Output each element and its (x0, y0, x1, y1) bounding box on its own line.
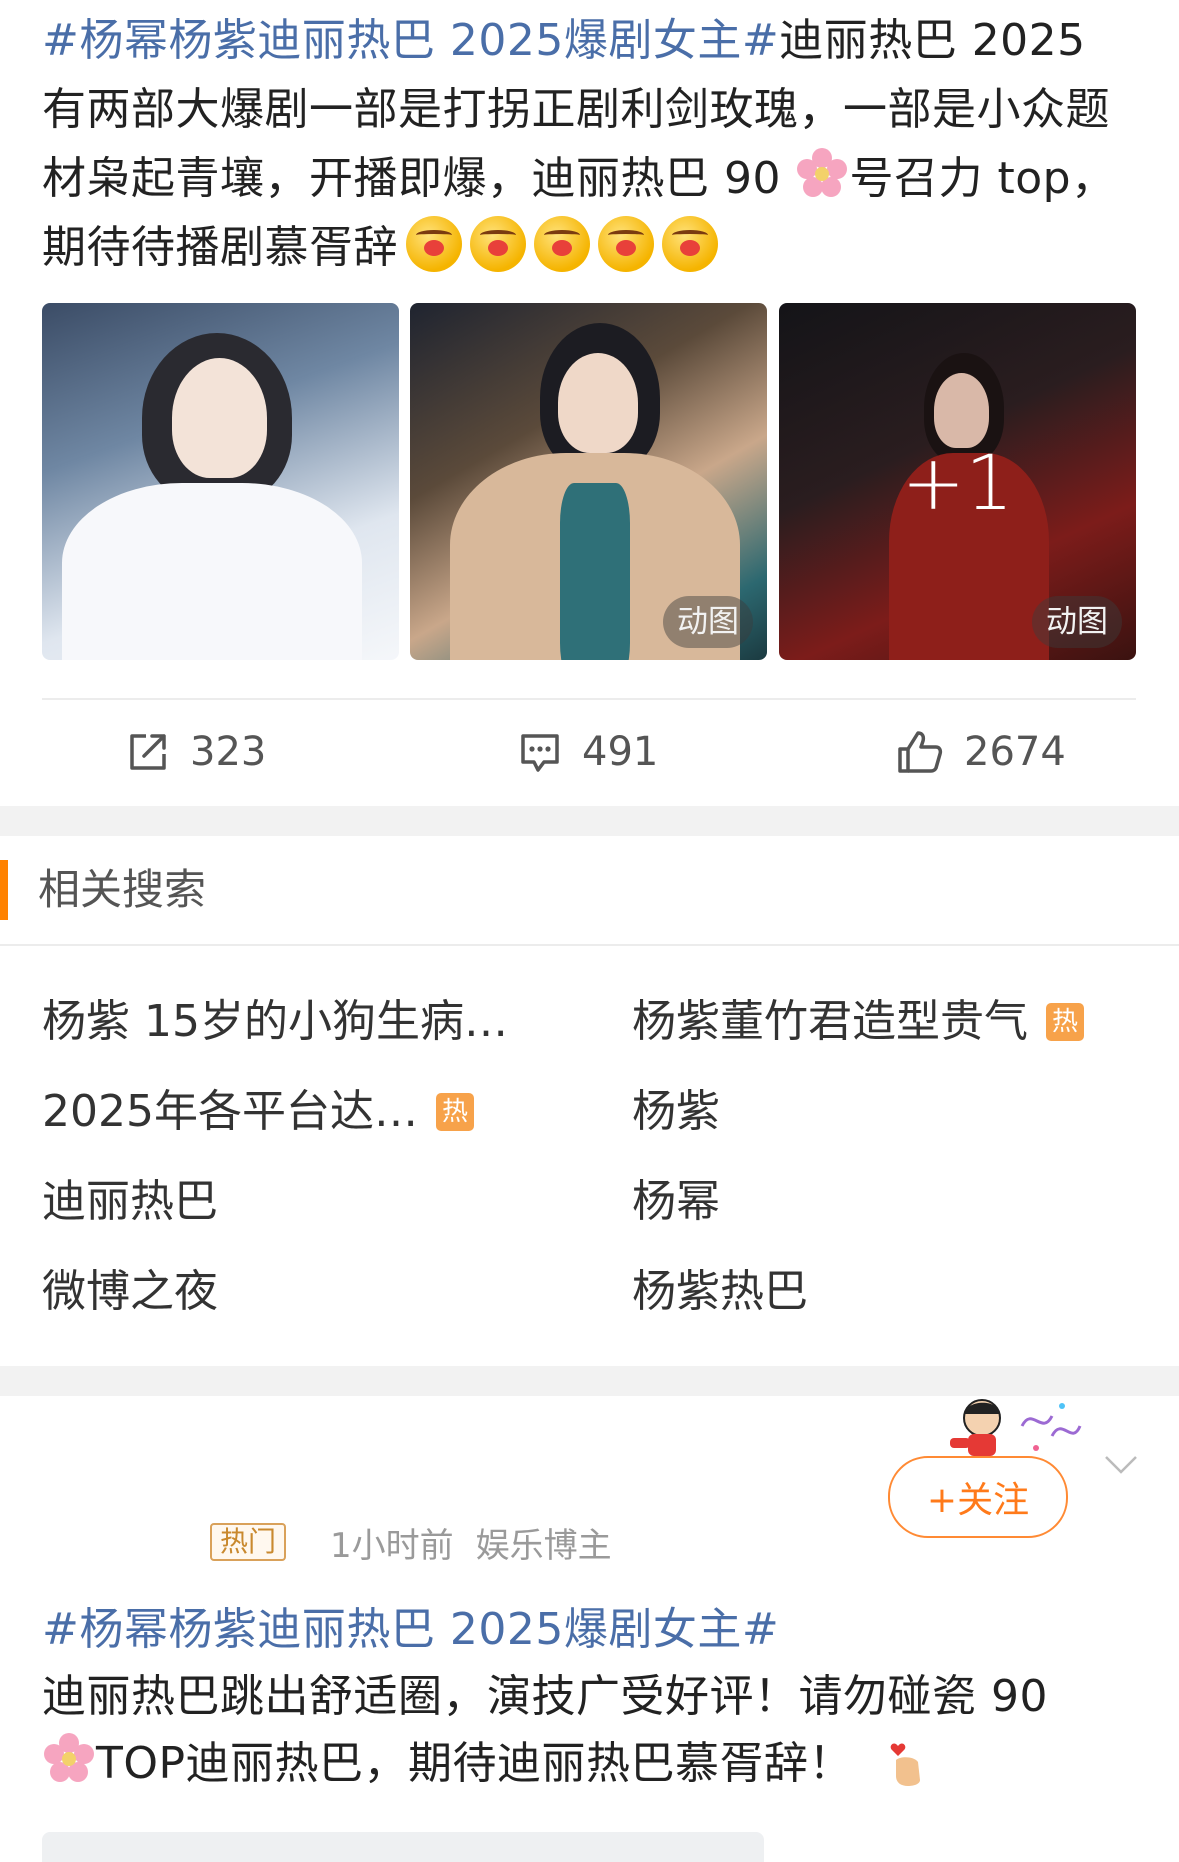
thumbs-up-icon (898, 731, 943, 773)
related-search-item[interactable]: 杨紫热巴 (632, 1264, 808, 1320)
post-image-2[interactable]: 动图 (410, 303, 767, 660)
post-text: #杨幂杨紫迪丽热巴 2025爆剧女主#迪丽热巴 2025有两部大爆剧一部是打拐正… (42, 6, 1122, 282)
like-count: 2674 (964, 729, 1066, 775)
related-search-label: 2025年各平台达… (42, 1086, 418, 1137)
comment-icon (521, 734, 559, 772)
related-search-label: 杨紫 (632, 1086, 720, 1137)
related-search-item[interactable]: 杨紫 15岁的小狗生病… (42, 994, 508, 1050)
post-image-preview[interactable] (42, 1832, 764, 1862)
divider (0, 944, 1179, 946)
like-button[interactable]: 2674 (896, 728, 1066, 776)
post-meta: 热门 1小时前 娱乐博主 (210, 1518, 612, 1566)
topic-link[interactable]: #杨幂杨紫迪丽热巴 2025爆剧女主# (42, 15, 779, 66)
comment-button[interactable]: 491 (518, 728, 658, 776)
post-text-b: TOP迪丽热巴，期待迪丽热巴慕胥辞！ (96, 1738, 854, 1789)
action-bar: 323 491 2674 (0, 700, 1179, 804)
cherry-blossom-icon (42, 1732, 96, 1786)
excited-face-icon (598, 216, 654, 272)
section-gap (0, 806, 1179, 836)
hot-tag: 热 (435, 1093, 474, 1131)
related-search-item[interactable]: 杨幂 (632, 1174, 720, 1230)
chevron-down-icon[interactable] (1103, 1454, 1139, 1476)
excited-face-icon (470, 216, 526, 272)
author-type: 娱乐博主 (475, 1525, 612, 1566)
hot-tag: 热 (1046, 1003, 1084, 1041)
related-search-label: 微博之夜 (42, 1266, 218, 1317)
post-text: #杨幂杨紫迪丽热巴 2025爆剧女主# 迪丽热巴跳出舒适圈，演技广受好评！请勿碰… (42, 1596, 1142, 1797)
related-search-item[interactable]: 2025年各平台达… 热 (42, 1084, 474, 1140)
cartoon-sticker-icon (950, 1399, 1082, 1456)
post-time: 1小时前 (330, 1525, 454, 1566)
related-search-label: 杨紫 15岁的小狗生病… (42, 996, 508, 1047)
follow-button[interactable]: +关注 (888, 1456, 1068, 1538)
more-images-count: +1 (901, 438, 1014, 527)
post-image-3[interactable]: +1 动图 (779, 303, 1136, 660)
hot-badge: 热门 (210, 1523, 287, 1561)
excited-face-icon (534, 216, 590, 272)
comment-count: 491 (582, 729, 659, 775)
topic-link[interactable]: #杨幂杨紫迪丽热巴 2025爆剧女主# (42, 1596, 1142, 1663)
share-count: 323 (190, 729, 267, 775)
gif-badge: 动图 (1032, 596, 1122, 648)
related-search-item[interactable]: 杨紫 (632, 1084, 720, 1140)
accent-bar (0, 860, 8, 920)
post-image-1[interactable] (42, 303, 399, 660)
related-search-header: 相关搜索 (0, 836, 1179, 944)
related-search-label: 杨紫热巴 (632, 1266, 808, 1317)
related-search-title: 相关搜索 (38, 865, 207, 914)
finger-heart-icon (890, 1743, 920, 1786)
related-search-item[interactable]: 迪丽热巴 (42, 1174, 218, 1230)
image-grid: 动图 +1 动图 (42, 303, 1136, 660)
related-search-label: 杨紫董竹君造型贵气 (632, 996, 1028, 1047)
related-search-item[interactable]: 杨紫董竹君造型贵气热 (632, 994, 1084, 1050)
related-search-label: 杨幂 (632, 1176, 720, 1227)
related-search-label: 迪丽热巴 (42, 1176, 218, 1227)
cherry-blossom-icon (795, 147, 849, 201)
excited-face-icon (662, 216, 718, 272)
share-button[interactable]: 323 (126, 728, 266, 776)
excited-face-icon (406, 216, 462, 272)
post-text-a: 迪丽热巴跳出舒适圈，演技广受好评！请勿碰瓷 90 (42, 1671, 1048, 1722)
gif-badge: 动图 (663, 596, 753, 648)
share-icon (130, 734, 166, 770)
related-search-item[interactable]: 微博之夜 (42, 1264, 218, 1320)
section-gap (0, 1366, 1179, 1396)
